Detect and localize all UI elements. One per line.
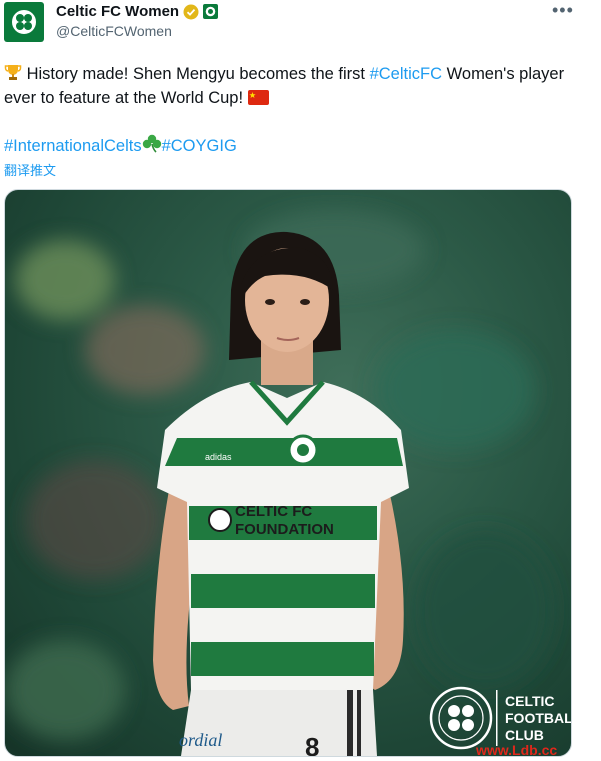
trophy-icon — [4, 65, 22, 80]
tweet-text-part1: History made! Shen Mengyu becomes the fi… — [26, 65, 370, 83]
logo-text-line3: CLUB — [505, 727, 544, 743]
shirt-sponsor-line1: CELTIC FC — [235, 503, 312, 520]
author-name-row: Celtic FC Women — [56, 3, 219, 20]
hashtag-internationalcelts[interactable]: #InternationalCelts — [4, 137, 142, 155]
photo-illustration: CELTIC FC FOUNDATION adidas ordial 8 CEL… — [5, 210, 571, 756]
tweet-photo[interactable]: CELTIC FC FOUNDATION adidas ordial 8 CEL… — [4, 189, 572, 757]
handle[interactable]: @CelticFCWomen — [56, 23, 172, 39]
celtic-crest-small-icon — [205, 6, 216, 17]
more-options-icon[interactable]: ••• — [552, 0, 574, 21]
shorts-sponsor: ordial — [179, 730, 222, 750]
affiliation-badge-icon[interactable] — [203, 4, 219, 19]
verified-badge-icon — [183, 4, 199, 19]
hashtag-celticfc[interactable]: #CelticFC — [370, 65, 442, 83]
hashtag-coygig[interactable]: #COYGIG — [162, 137, 237, 155]
tweet-line-2: #InternationalCelts #COYGIG — [4, 134, 589, 158]
translate-tweet-link[interactable]: 翻译推文 — [4, 160, 56, 179]
display-name[interactable]: Celtic FC Women — [56, 3, 179, 20]
tweet-line-1: History made! Shen Mengyu becomes the fi… — [4, 62, 589, 110]
logo-text-line1: CELTIC — [505, 693, 555, 709]
avatar[interactable] — [4, 2, 44, 42]
shamrock-icon — [142, 134, 161, 153]
celtic-crest-icon — [10, 8, 38, 36]
shirt-sponsor-line2: FOUNDATION — [235, 521, 334, 538]
china-flag-icon — [247, 90, 269, 105]
celtic-football-club-logo: CELTIC FOOTBALL CLUB — [429, 686, 571, 750]
site-watermark: www.Ldb.cc — [476, 742, 558, 758]
svg-text:8: 8 — [305, 732, 319, 756]
tweet-text: History made! Shen Mengyu becomes the fi… — [4, 62, 589, 158]
shirt-brand: adidas — [205, 452, 232, 462]
logo-text-line2: FOOTBALL — [505, 710, 571, 726]
